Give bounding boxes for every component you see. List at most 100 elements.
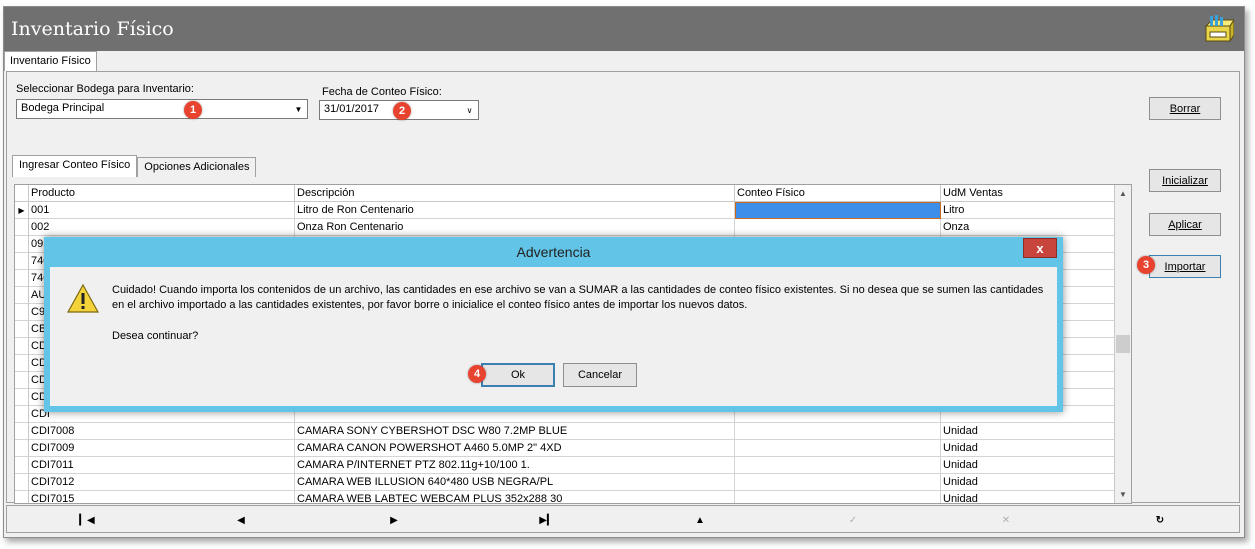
cell-conteo[interactable] [735,423,941,440]
dialog-message: Cuidado! Cuando importa los contenidos d… [112,284,1044,311]
bodega-label: Seleccionar Bodega para Inventario: [16,83,194,95]
cell-producto: 001 [29,202,295,219]
row-selector[interactable] [15,355,29,372]
table-row[interactable]: CDI7008 CAMARA SONY CYBERSHOT DSC W80 7.2… [15,423,1115,440]
table-row[interactable]: CDI7011 CAMARA P/INTERNET PTZ 802.11g+10/… [15,457,1115,474]
row-selector[interactable] [15,338,29,355]
cell-producto: CDI7012 [29,474,295,491]
row-selector-header [15,185,29,202]
cell-producto: CDI7009 [29,440,295,457]
title-bar: Inventario Físico [4,7,1244,51]
post-check-icon[interactable]: ✓ [843,510,863,530]
cell-udm: Unidad [941,491,1115,503]
cell-udm: Unidad [941,457,1115,474]
chevron-down-icon[interactable]: ▼ [291,101,306,117]
cell-descripcion: CAMARA WEB LABTEC WEBCAM PLUS 352x288 30 [295,491,735,503]
step-badge-2: 2 [393,102,411,120]
column-header[interactable]: UdM Ventas [941,185,1115,202]
cell-descripcion: Onza Ron Centenario [295,219,735,236]
row-selector[interactable] [15,372,29,389]
cell-descripcion: CAMARA CANON POWERSHOT A460 5.0MP 2" 4XD [295,440,735,457]
cell-conteo[interactable] [735,219,941,236]
row-selector[interactable] [15,491,29,503]
row-selector[interactable] [15,236,29,253]
importar-button[interactable]: Importar [1149,255,1221,278]
record-navigator: ▎◀ ◀ ▶ ▶▎ ▲ ✓ ✕ ↻ [6,505,1240,533]
fecha-label: Fecha de Conteo Físico: [322,86,442,98]
step-badge-3: 3 [1137,256,1155,274]
row-selector[interactable] [15,270,29,287]
ok-button[interactable]: Ok [481,363,555,387]
cell-descripcion: CAMARA WEB ILLUSION 640*480 USB NEGRA/PL [295,474,735,491]
cell-udm: Onza [941,219,1115,236]
table-row[interactable]: ▶ 001 Litro de Ron Centenario Litro [15,202,1115,219]
last-record-icon[interactable]: ▶▎ [537,510,557,530]
cancel-button[interactable]: Cancelar [563,363,637,387]
row-selector[interactable] [15,304,29,321]
row-selector[interactable] [15,406,29,423]
row-selector[interactable] [15,474,29,491]
column-header[interactable]: Conteo Físico [735,185,941,202]
row-selector[interactable] [15,287,29,304]
cell-descripcion: Litro de Ron Centenario [295,202,735,219]
dialog-body: Cuidado! Cuando importa los contenidos d… [50,267,1057,406]
aplicar-button[interactable]: Aplicar [1149,213,1221,236]
table-row[interactable]: CDI7015 CAMARA WEB LABTEC WEBCAM PLUS 352… [15,491,1115,503]
warning-dialog: Advertencia x Cuidado! Cuando importa lo… [44,237,1063,412]
inicializar-button[interactable]: Inicializar [1149,169,1221,192]
refresh-icon[interactable]: ↻ [1150,510,1170,530]
cell-conteo[interactable] [735,474,941,491]
dialog-question: Desea continuar? [112,330,199,342]
row-selector[interactable] [15,457,29,474]
cell-producto: CDI7015 [29,491,295,503]
inventory-box-icon [1204,15,1234,43]
table-row[interactable]: CDI7012 CAMARA WEB ILLUSION 640*480 USB N… [15,474,1115,491]
row-selector[interactable] [15,321,29,338]
borrar-button[interactable]: Borrar [1149,97,1221,120]
window-title: Inventario Físico [11,18,174,40]
cell-udm: Unidad [941,474,1115,491]
bodega-select[interactable]: Bodega Principal ▼ [16,99,308,119]
cell-conteo[interactable] [735,202,941,219]
dialog-title: Advertencia [516,244,591,260]
vertical-scrollbar[interactable]: ▲ ▼ [1114,185,1131,503]
first-record-icon[interactable]: ▎◀ [77,510,97,530]
warning-icon [66,283,100,313]
table-row[interactable]: 002 Onza Ron Centenario Onza [15,219,1115,236]
row-selector[interactable] [15,423,29,440]
bodega-value: Bodega Principal [21,102,105,114]
previous-record-icon[interactable]: ◀ [231,510,251,530]
cell-producto: 002 [29,219,295,236]
tab-inventario-fisico[interactable]: Inventario Físico [4,51,97,71]
chevron-down-icon[interactable]: ∨ [462,102,477,118]
inner-tab-strip: Ingresar Conteo Físico Opciones Adiciona… [12,155,257,177]
cell-descripcion: CAMARA P/INTERNET PTZ 802.11g+10/100 1. [295,457,735,474]
row-selector[interactable] [15,440,29,457]
scroll-up-icon[interactable]: ▲ [1115,185,1131,202]
column-header[interactable]: Descripción [295,185,735,202]
column-header[interactable]: Producto [29,185,295,202]
cell-producto: CDI7011 [29,457,295,474]
row-selector[interactable] [15,253,29,270]
grid-header: Producto Descripción Conteo Físico UdM V… [15,185,1115,202]
fecha-value: 31/01/2017 [324,103,380,115]
cancel-x-icon[interactable]: ✕ [996,510,1016,530]
cell-udm: Litro [941,202,1115,219]
tab-opciones-adicionales[interactable]: Opciones Adicionales [137,157,257,177]
table-row[interactable]: CDI7009 CAMARA CANON POWERSHOT A460 5.0MP… [15,440,1115,457]
cell-conteo[interactable] [735,491,941,503]
scroll-down-icon[interactable]: ▼ [1115,486,1131,503]
cell-producto: CDI7008 [29,423,295,440]
tab-ingresar-conteo[interactable]: Ingresar Conteo Físico [12,155,138,177]
dialog-title-bar: Advertencia x [44,237,1063,267]
cell-conteo[interactable] [735,457,941,474]
cell-conteo[interactable] [735,440,941,457]
close-icon[interactable]: x [1023,238,1057,258]
insert-record-icon[interactable]: ▲ [690,510,710,530]
row-selector[interactable] [15,219,29,236]
scroll-thumb[interactable] [1116,335,1130,353]
row-selector[interactable] [15,389,29,406]
current-row-icon[interactable]: ▶ [15,202,29,219]
cell-udm: Unidad [941,423,1115,440]
next-record-icon[interactable]: ▶ [384,510,404,530]
